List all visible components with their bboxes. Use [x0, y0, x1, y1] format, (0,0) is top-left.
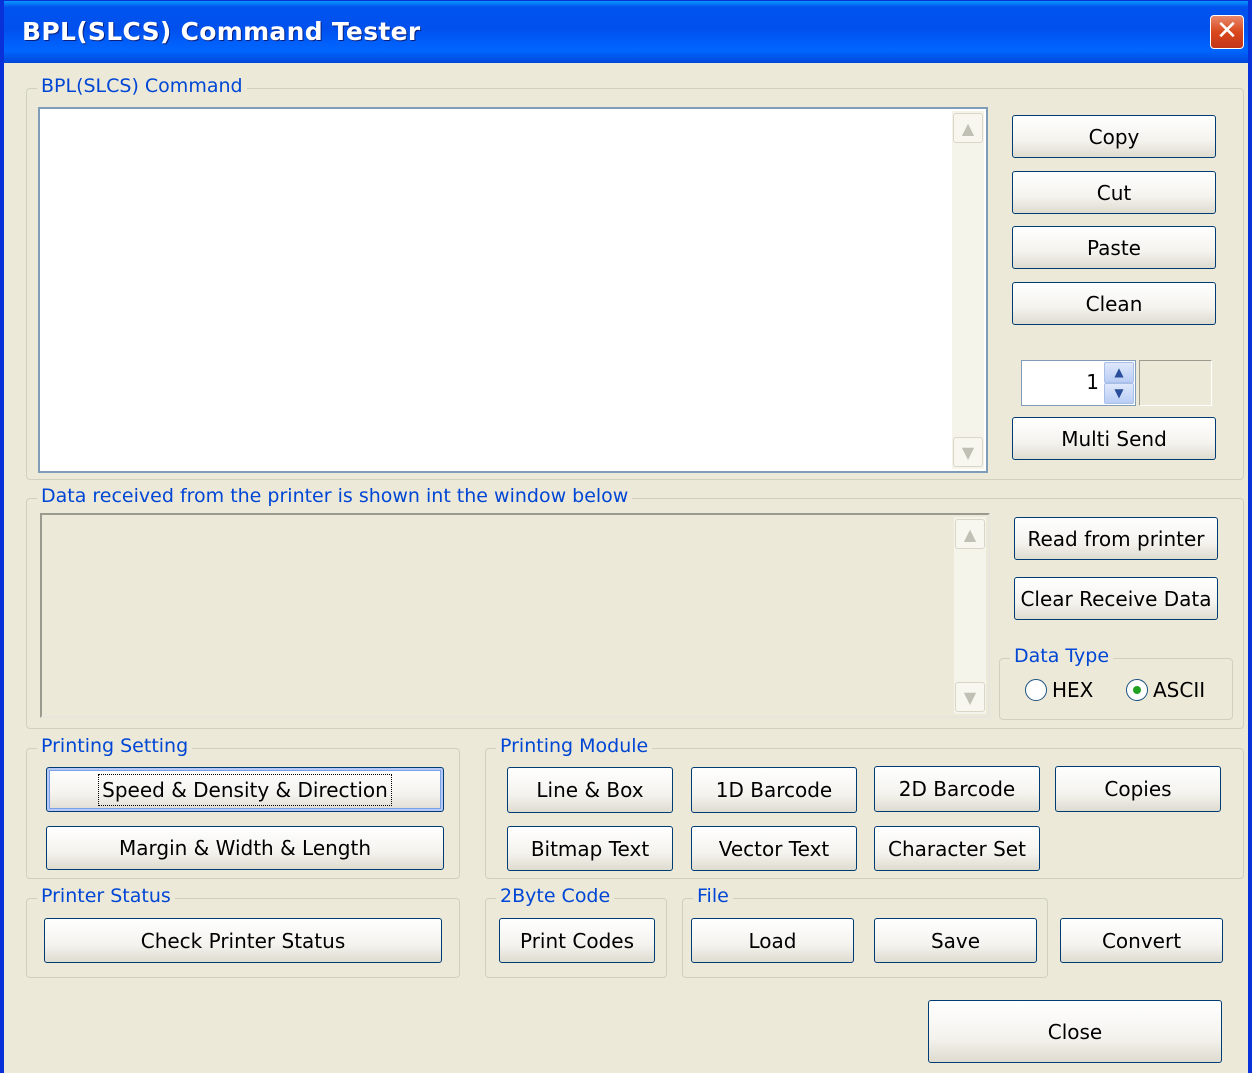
ascii-radio[interactable]: ASCII — [1126, 678, 1226, 704]
print-codes-label: Print Codes — [520, 928, 634, 953]
command-textarea[interactable]: ▲ ▼ — [38, 107, 988, 473]
save-label: Save — [930, 928, 981, 953]
title-bar[interactable]: BPL(SLCS) Command Tester ✕ — [4, 1, 1248, 63]
file-legend: File — [693, 885, 733, 907]
2byte-code-legend: 2Byte Code — [496, 885, 615, 907]
command-group-legend: BPL(SLCS) Command — [37, 75, 247, 97]
convert-button[interactable]: Convert — [1060, 918, 1223, 963]
line-box-button[interactable]: Line & Box — [507, 767, 673, 813]
bitmap-text-button[interactable]: Bitmap Text — [507, 826, 673, 871]
hex-radio-circle[interactable] — [1025, 679, 1047, 701]
send-count-spinner[interactable]: 1 ▲ ▼ — [1021, 360, 1136, 406]
scroll-up-icon[interactable]: ▲ — [955, 519, 985, 549]
paste-button[interactable]: Paste — [1012, 226, 1216, 269]
speed-density-direction-button[interactable]: Speed & Density & Direction — [46, 767, 444, 812]
check-printer-status-button[interactable]: Check Printer Status — [44, 918, 442, 963]
margin-width-length-label: Margin & Width & Length — [118, 836, 372, 860]
spinner-down-icon[interactable]: ▼ — [1104, 383, 1134, 404]
spinner-up-icon[interactable]: ▲ — [1104, 362, 1134, 383]
clear-receive-data-button[interactable]: Clear Receive Data — [1014, 577, 1218, 620]
command-scrollbar[interactable]: ▲ ▼ — [952, 111, 984, 469]
cut-button-label: Cut — [1096, 180, 1132, 205]
check-printer-status-label: Check Printer Status — [140, 928, 346, 953]
2d-barcode-label: 2D Barcode — [898, 777, 1016, 801]
scroll-down-icon[interactable]: ▼ — [955, 682, 985, 712]
send-count-value: 1 — [1086, 370, 1099, 394]
hex-radio-label: HEX — [1052, 678, 1094, 702]
convert-label: Convert — [1101, 928, 1182, 953]
paste-button-label: Paste — [1087, 235, 1141, 260]
multi-send-button[interactable]: Multi Send — [1012, 417, 1216, 460]
clean-button-label: Clean — [1085, 291, 1143, 316]
receive-textarea[interactable]: ▲ ▼ — [40, 513, 990, 718]
cut-button[interactable]: Cut — [1012, 171, 1216, 214]
close-window-icon[interactable]: ✕ — [1210, 15, 1244, 49]
line-box-label: Line & Box — [536, 778, 644, 802]
2d-barcode-button[interactable]: 2D Barcode — [874, 766, 1040, 812]
receive-scrollbar[interactable]: ▲ ▼ — [954, 517, 986, 714]
radio-selected-dot — [1133, 686, 1141, 694]
print-codes-button[interactable]: Print Codes — [499, 918, 655, 963]
send-count-display — [1139, 360, 1212, 406]
clean-button[interactable]: Clean — [1012, 282, 1216, 325]
dialog-window: BPL(SLCS) Command Tester ✕ BPL(SLCS) Com… — [0, 0, 1252, 1073]
multi-send-button-label: Multi Send — [1061, 426, 1167, 451]
window-title: BPL(SLCS) Command Tester — [22, 17, 421, 46]
hex-radio[interactable]: HEX — [1025, 678, 1105, 704]
scroll-up-icon[interactable]: ▲ — [953, 113, 983, 143]
data-type-legend: Data Type — [1010, 645, 1114, 667]
1d-barcode-label: 1D Barcode — [715, 778, 833, 802]
copies-button[interactable]: Copies — [1055, 766, 1221, 812]
save-button[interactable]: Save — [874, 918, 1037, 963]
close-label: Close — [1047, 1019, 1103, 1044]
copies-label: Copies — [1104, 777, 1172, 801]
receive-group-legend: Data received from the printer is shown … — [37, 485, 633, 507]
printing-setting-legend: Printing Setting — [37, 735, 193, 757]
character-set-button[interactable]: Character Set — [874, 826, 1040, 871]
bitmap-text-label: Bitmap Text — [530, 836, 650, 861]
read-button-label: Read from printer — [1027, 526, 1205, 551]
vector-text-label: Vector Text — [718, 836, 830, 861]
vector-text-button[interactable]: Vector Text — [691, 826, 857, 871]
character-set-label: Character Set — [888, 836, 1026, 861]
read-from-printer-button[interactable]: Read from printer — [1014, 517, 1218, 560]
printer-status-legend: Printer Status — [37, 885, 175, 907]
ascii-radio-label: ASCII — [1153, 678, 1206, 702]
copy-button[interactable]: Copy — [1012, 115, 1216, 158]
clear-button-label: Clear Receive Data — [1020, 586, 1212, 611]
margin-width-length-button[interactable]: Margin & Width & Length — [46, 826, 444, 870]
load-label: Load — [748, 928, 797, 953]
load-button[interactable]: Load — [691, 918, 854, 963]
1d-barcode-button[interactable]: 1D Barcode — [691, 767, 857, 813]
close-button[interactable]: Close — [928, 1000, 1222, 1063]
speed-density-direction-label: Speed & Density & Direction — [98, 773, 392, 806]
printing-module-legend: Printing Module — [496, 735, 653, 757]
ascii-radio-circle[interactable] — [1126, 679, 1148, 701]
scroll-down-icon[interactable]: ▼ — [953, 437, 983, 467]
copy-button-label: Copy — [1088, 124, 1140, 149]
